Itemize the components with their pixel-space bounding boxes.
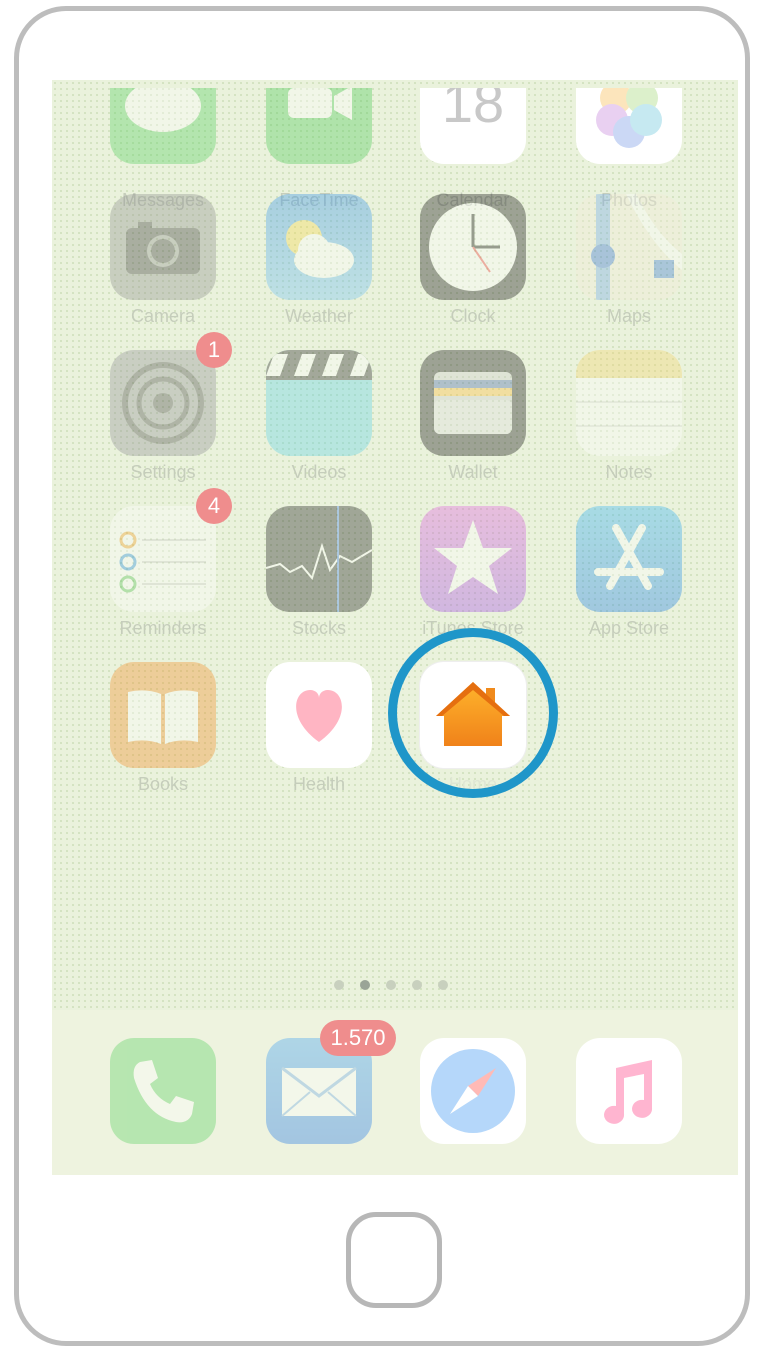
notification-badge: 1 [196, 332, 232, 368]
page-indicator[interactable] [330, 978, 460, 992]
stocks-icon [266, 506, 372, 612]
books-icon [110, 662, 216, 768]
camera-icon [110, 194, 216, 300]
app-label: Camera [130, 306, 196, 326]
app-label: Wallet [448, 462, 498, 482]
dock: 1.570 [52, 1010, 738, 1175]
app-label: Reminders [119, 618, 207, 638]
notes-icon [576, 350, 682, 456]
app-label: Health [292, 774, 346, 794]
page-dot [334, 980, 344, 990]
app-label: App Store [588, 618, 670, 638]
notification-badge: 1.570 [320, 1020, 396, 1056]
page-dot [386, 980, 396, 990]
app-label: Stocks [291, 618, 347, 638]
music-icon [576, 1038, 682, 1144]
app-label: Books [137, 774, 189, 794]
reminders-icon [110, 506, 216, 612]
star-icon [420, 506, 526, 612]
clock-icon [420, 194, 526, 300]
calendar-icon: 18 [420, 88, 526, 164]
messages-icon [110, 88, 216, 164]
highlight-circle [388, 628, 558, 798]
home-screen: Messages FaceTime 18 Calendar Photos [52, 80, 738, 1175]
videos-icon [266, 350, 372, 456]
app-store-icon [576, 506, 682, 612]
calendar-day: 18 [441, 88, 505, 134]
weather-icon [266, 194, 372, 300]
page-dot [412, 980, 422, 990]
phone-icon [110, 1038, 216, 1144]
maps-icon [576, 194, 682, 300]
health-icon [266, 662, 372, 768]
app-label: Clock [450, 306, 496, 326]
app-label: Settings [130, 462, 196, 482]
facetime-icon [266, 88, 372, 164]
photos-icon [576, 88, 682, 164]
wallet-icon [420, 350, 526, 456]
page-dot [438, 980, 448, 990]
notification-badge: 4 [196, 488, 232, 524]
home-button[interactable] [346, 1212, 442, 1308]
app-label: Maps [606, 306, 651, 326]
page-dot-current [360, 980, 370, 990]
settings-gear-icon [110, 350, 216, 456]
app-label: Weather [285, 306, 353, 326]
app-label: Videos [291, 462, 347, 482]
app-label: Notes [605, 462, 653, 482]
safari-icon [420, 1038, 526, 1144]
